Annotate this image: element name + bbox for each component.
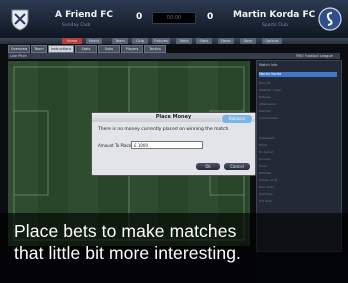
list-item: Kick off	[259, 81, 271, 84]
home-team-name: A Friend FC	[55, 10, 114, 20]
side-panel-title: Match Info	[259, 63, 278, 67]
home-team-subtitle: Sunday Club	[62, 23, 91, 28]
list-item: Weather: Clear	[259, 88, 282, 91]
subheader-right: FMO Football League	[296, 54, 333, 58]
home-team-crest-icon	[8, 7, 32, 31]
list-item: Half time	[259, 192, 273, 195]
list-item: Yellow cards	[259, 178, 278, 181]
subheader-left: Live Pitch	[10, 54, 27, 58]
list-item: Referee	[259, 95, 271, 98]
away-team-crest-icon	[318, 7, 342, 31]
away-team-subtitle: Sports Club	[262, 23, 288, 28]
list-item: Corners	[259, 157, 271, 160]
nav-button-options[interactable]: Options	[262, 38, 282, 44]
away-team-name: Martin Korda FC	[233, 10, 316, 20]
amount-label: Amount To Place	[98, 143, 132, 148]
balance-badge: Balance	[221, 114, 253, 124]
side-panel-highlight[interactable]: Martin Korda	[259, 72, 337, 77]
nav-button-team[interactable]: Team	[112, 38, 128, 44]
cancel-button[interactable]: Cancel	[224, 163, 250, 170]
amount-input[interactable]: £ 1000	[131, 141, 203, 149]
match-clock: 00:00	[152, 12, 196, 24]
list-item: Shots	[259, 143, 268, 146]
caption-text: Place bets to make matches that little b…	[14, 220, 241, 264]
nav-button-stats[interactable]: Stats	[196, 38, 212, 44]
list-item: Red cards	[259, 185, 274, 188]
caption-line-2: that little bit more interesting.	[14, 243, 242, 263]
dialog-message: There is no money currently placed on wi…	[98, 127, 230, 132]
list-item: Offsides	[259, 171, 272, 174]
list-item: On target	[259, 150, 274, 153]
list-item: Full time	[259, 199, 272, 202]
tab-team[interactable]: Team	[31, 45, 47, 53]
ok-button[interactable]: Ok	[196, 163, 220, 170]
nav-button-save[interactable]: Save	[240, 38, 256, 44]
tab-instructions[interactable]: Instructions	[48, 45, 74, 53]
tab-overview[interactable]: Overview	[8, 45, 30, 53]
home-score: 0	[136, 12, 143, 22]
nav-toolbar: Home Match Team Club Fixtures Table Stat…	[0, 38, 348, 44]
nav-button-club[interactable]: Club	[132, 38, 148, 44]
tab-stats[interactable]: Stats	[75, 45, 97, 53]
nav-button-news[interactable]: News	[218, 38, 234, 44]
list-item: Stadium	[259, 109, 272, 112]
tab-subs[interactable]: Subs	[98, 45, 120, 53]
away-score: 0	[207, 12, 214, 22]
tab-players[interactable]: Players	[121, 45, 143, 53]
caption-line-1: Place bets to make matches	[14, 221, 237, 241]
subheader-bar	[8, 53, 340, 59]
nav-button-match[interactable]: Match	[86, 38, 102, 44]
tab-tactics[interactable]: Tactics	[144, 45, 166, 53]
list-item: Fouls	[259, 164, 267, 167]
list-item: Commentary	[259, 116, 279, 119]
nav-button-home[interactable]: Home	[62, 38, 82, 44]
nav-button-table[interactable]: Table	[176, 38, 192, 44]
list-item: Attendance	[259, 102, 277, 105]
nav-button-fixtures[interactable]: Fixtures	[152, 38, 170, 44]
list-item: Possession	[259, 136, 276, 139]
